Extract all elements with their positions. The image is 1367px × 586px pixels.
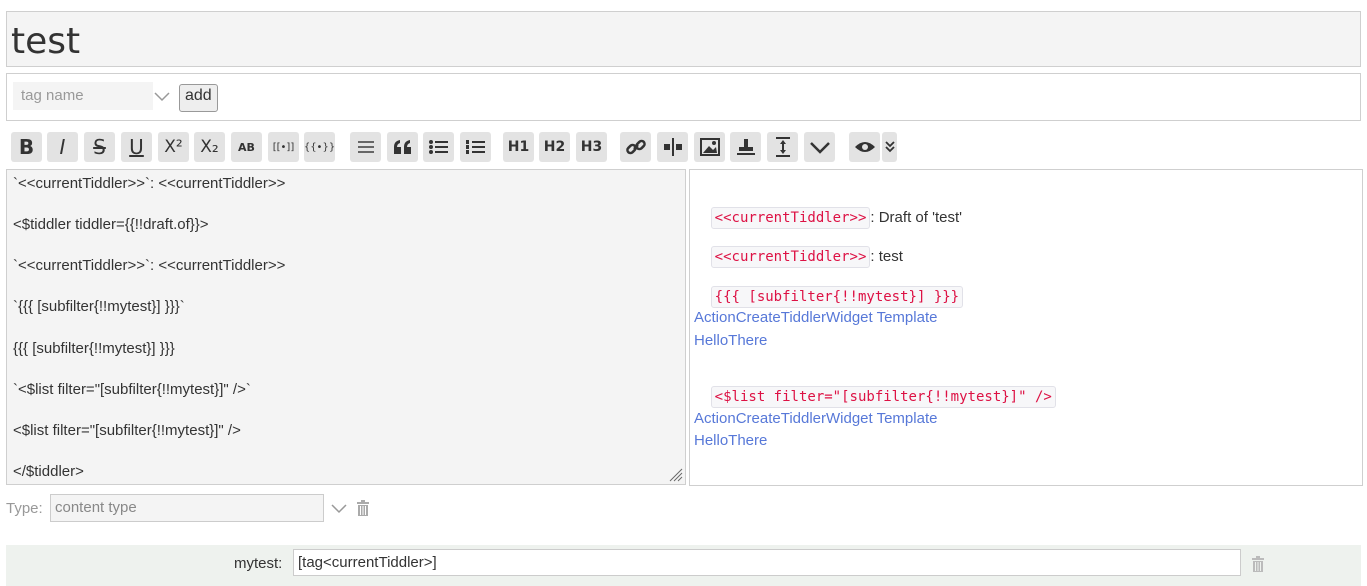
type-editor: Type: content type [6, 494, 406, 522]
heading-1-button[interactable]: H1 [503, 132, 534, 162]
preview-type-button[interactable] [882, 132, 897, 162]
tiddler-link[interactable]: ActionCreateTiddlerWidget Template [694, 309, 937, 326]
heading-3-button[interactable]: H3 [576, 132, 607, 162]
size-button[interactable] [767, 132, 798, 162]
quote-button[interactable] [387, 132, 418, 162]
editor-line: `{{{ [subfilter{!!mytest}] }}}` [13, 298, 185, 315]
subscript-button[interactable]: X₂ [194, 132, 225, 162]
preview-text: : test [870, 248, 903, 265]
editor-line: <$list filter="[subfilter{!!mytest}]" /> [13, 422, 241, 439]
subscript-icon: X₂ [200, 137, 219, 157]
chevron-down-icon[interactable] [153, 88, 171, 104]
superscript-icon: X² [164, 137, 183, 157]
title-field[interactable]: test [6, 11, 1361, 67]
field-value-input[interactable]: [tag<currentTiddler>] [293, 549, 1241, 576]
preview-text: : Draft of 'test' [870, 209, 962, 226]
bullet-list-button[interactable] [423, 132, 454, 162]
smallcaps-button[interactable]: AB [231, 132, 262, 162]
superscript-button[interactable]: X² [158, 132, 189, 162]
title-text: test [11, 21, 81, 62]
link-button[interactable] [620, 132, 651, 162]
chevron-down-icon [809, 142, 830, 154]
trash-icon[interactable] [1251, 556, 1265, 572]
editor-line: </$tiddler> [13, 463, 84, 480]
strikethrough-icon: S [93, 135, 106, 159]
heading-2-icon: H2 [543, 139, 566, 155]
editor-line: `<<currentTiddler>>`: <<currentTiddler>> [13, 175, 286, 192]
inline-code: <<currentTiddler>> [710, 207, 871, 229]
resize-handle-icon[interactable] [667, 466, 683, 482]
tag-name-input[interactable]: tag name [13, 82, 153, 110]
excise-icon [663, 138, 682, 156]
numbered-list-icon [465, 140, 485, 154]
mono-block-icon [357, 141, 374, 153]
picture-button[interactable] [694, 132, 725, 162]
strikethrough-button[interactable]: S [84, 132, 115, 162]
bold-button[interactable]: B [11, 132, 42, 162]
underline-button[interactable]: U [121, 132, 152, 162]
italic-button[interactable]: I [47, 132, 78, 162]
editor-toolbar: B I S U X² X₂ AB [[•]] {{•}} H1 H2 H3 [11, 132, 1011, 162]
stamp-button[interactable] [730, 132, 761, 162]
eye-icon [854, 142, 875, 152]
editor-line: {{{ [subfilter{!!mytest}] }}} [13, 340, 175, 357]
field-name-label: mytest: [234, 555, 283, 572]
tiddler-link[interactable]: HelloThere [694, 432, 767, 449]
bullet-list-icon [428, 140, 448, 154]
picture-icon [699, 138, 720, 156]
tiddler-link[interactable]: ActionCreateTiddlerWidget Template [694, 410, 937, 427]
bold-icon: B [18, 135, 35, 159]
excise-button[interactable] [657, 132, 688, 162]
wikilink-icon: [[•]] [272, 141, 295, 153]
more-button[interactable] [804, 132, 835, 162]
preview-pane: <<currentTiddler>>: Draft of 'test' <<cu… [689, 169, 1363, 486]
transclude-icon: {{•}} [303, 141, 336, 153]
tiddler-link[interactable]: HelloThere [694, 332, 767, 349]
transclude-button[interactable]: {{•}} [304, 132, 335, 162]
heading-1-icon: H1 [507, 139, 530, 155]
stamp-icon [736, 139, 755, 155]
numbered-list-button[interactable] [460, 132, 491, 162]
size-icon [775, 137, 790, 157]
content-type-input[interactable]: content type [50, 494, 324, 522]
smallcaps-icon: AB [238, 140, 255, 154]
quote-icon [393, 140, 411, 154]
mono-block-button[interactable] [350, 132, 381, 162]
inline-code: {{{ [subfilter{!!mytest}] }}} [710, 286, 964, 308]
editor-line: `<$list filter="[subfilter{!!mytest}]" /… [13, 381, 251, 398]
wikilink-button[interactable]: [[•]] [268, 132, 299, 162]
chevron-down-icon[interactable] [330, 502, 348, 516]
inline-code: <$list filter="[subfilter{!!mytest}]" /> [710, 386, 1056, 408]
trash-icon[interactable] [356, 500, 370, 516]
type-label: Type: [6, 500, 43, 517]
italic-icon: I [59, 135, 66, 159]
heading-3-icon: H3 [580, 139, 603, 155]
underline-icon: U [129, 135, 144, 159]
preview-button[interactable] [849, 132, 880, 162]
editor-line: `<<currentTiddler>>`: <<currentTiddler>> [13, 257, 286, 274]
tag-editor: tag name add [6, 73, 1361, 121]
inline-code: <<currentTiddler>> [710, 246, 871, 268]
link-icon [625, 139, 646, 155]
field-row: mytest: [tag<currentTiddler>] [6, 545, 1361, 586]
text-editor[interactable]: `<<currentTiddler>>`: <<currentTiddler>>… [6, 169, 686, 485]
add-tag-button[interactable]: add [179, 84, 218, 112]
double-chevron-down-icon [884, 141, 895, 153]
heading-2-button[interactable]: H2 [539, 132, 570, 162]
editor-line: <$tiddler tiddler={{!!draft.of}}> [13, 216, 209, 233]
